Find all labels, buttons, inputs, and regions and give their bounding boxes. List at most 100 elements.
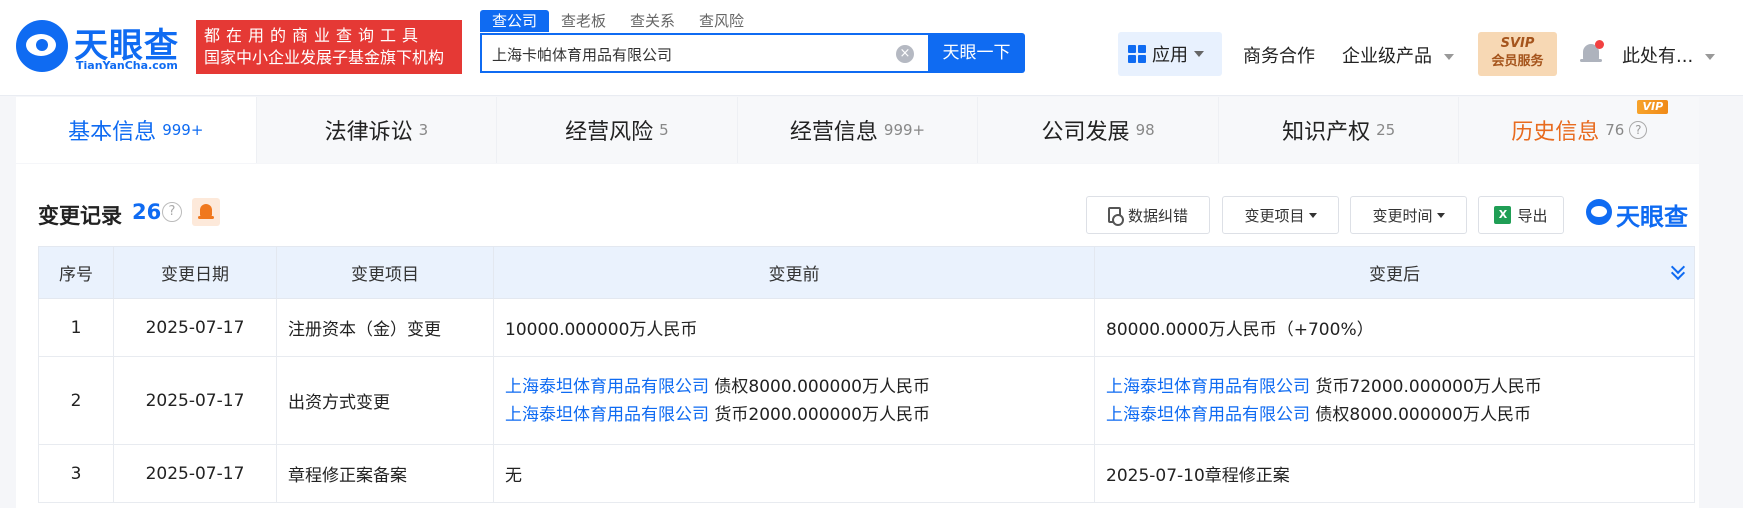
eye-logo-icon	[16, 20, 68, 72]
help-icon[interactable]: ?	[1629, 121, 1648, 139]
search-input[interactable]	[492, 43, 872, 65]
excel-icon: X	[1494, 206, 1512, 224]
tab-basic-info[interactable]: 基本信息 999+	[16, 97, 257, 163]
tab-search-boss[interactable]: 查老板	[549, 10, 618, 32]
row-item: 注册资本（金）变更	[276, 298, 494, 357]
tab-label: 基本信息	[68, 120, 157, 145]
row-after: 上海泰坦体育用品有限公司 货币72000.000000万人民币 上海泰坦体育用品…	[1094, 356, 1695, 445]
company-link[interactable]: 上海泰坦体育用品有限公司	[1106, 377, 1310, 397]
data-correction-label: 数据纠错	[1127, 206, 1188, 225]
category-tabs: 基本信息 999+ 法律诉讼 3 经营风险 5 经营信息 999+ 公司发展 9…	[16, 97, 1700, 163]
tab-count: 98	[1135, 121, 1155, 139]
apps-menu-button[interactable]: 应用	[1118, 32, 1222, 76]
svip-member-button[interactable]: SVIP 会员服务	[1478, 32, 1557, 76]
tab-business-risk[interactable]: 经营风险 5	[497, 97, 738, 163]
change-time-label: 变更时间	[1372, 206, 1433, 225]
row-date: 2025-07-17	[113, 298, 277, 357]
row-before: 10000.000000万人民币	[493, 298, 1095, 357]
tab-company-development[interactable]: 公司发展 98	[978, 97, 1219, 163]
tab-business-info[interactable]: 经营信息 999+	[737, 97, 979, 163]
tab-label: 经营信息	[789, 120, 878, 145]
tab-count: 25	[1376, 121, 1396, 139]
document-search-icon	[1107, 207, 1124, 226]
user-menu[interactable]: 此处有...	[1622, 42, 1715, 68]
row-item: 章程修正案备案	[276, 444, 494, 503]
top-header: 天眼查 TianYanCha.com 都在用的商业查询工具 国家中小企业发展子基…	[0, 0, 1743, 96]
slogan-line-2: 国家中小企业发展子基金旗下机构	[204, 48, 445, 67]
tab-label: 历史信息	[1511, 120, 1600, 145]
header-index: 序号	[38, 246, 114, 299]
tab-intellectual-property[interactable]: 知识产权 25	[1218, 97, 1460, 163]
tab-label: 公司发展	[1041, 120, 1130, 145]
change-records-section: 变更记录 26 ? 数据纠错 变更项目 变更时间 X 导出 天眼查 序号 变更日…	[16, 164, 1699, 508]
section-count: 26	[132, 200, 162, 224]
tab-count: 5	[659, 121, 669, 139]
row-before: 上海泰坦体育用品有限公司 债权8000.000000万人民币 上海泰坦体育用品有…	[493, 356, 1095, 445]
tab-count: 999+	[883, 121, 926, 139]
slogan-banner: 都在用的商业查询工具 国家中小企业发展子基金旗下机构	[196, 20, 462, 74]
export-label: 导出	[1517, 206, 1548, 225]
row-item: 出资方式变更	[276, 356, 494, 445]
company-link[interactable]: 上海泰坦体育用品有限公司	[1106, 405, 1310, 425]
tab-search-risk[interactable]: 查风险	[687, 10, 756, 32]
slogan-line-1: 都在用的商业查询工具	[204, 26, 425, 45]
company-link[interactable]: 上海泰坦体育用品有限公司	[505, 377, 709, 397]
tab-history-info[interactable]: VIP 历史信息 76 ?	[1459, 97, 1700, 163]
user-name: 此处有...	[1622, 46, 1694, 67]
caret-down-icon	[1308, 212, 1317, 218]
tab-search-relation[interactable]: 查关系	[618, 10, 687, 32]
monitor-bell-icon[interactable]	[192, 198, 220, 226]
search-button[interactable]: 天眼一下	[928, 33, 1025, 73]
header-after: 变更后	[1094, 246, 1695, 299]
search-type-tabs: 查公司 查老板 查关系 查风险	[480, 10, 756, 32]
search-box: ×	[480, 33, 928, 73]
unread-dot	[1595, 40, 1604, 49]
tab-label: 经营风险	[565, 120, 654, 145]
contribution-text: 债权8000.000000万人民币	[1315, 404, 1531, 425]
company-link[interactable]: 上海泰坦体育用品有限公司	[505, 405, 709, 425]
enterprise-products-label: 企业级产品	[1342, 46, 1432, 67]
chevron-down-icon	[1443, 54, 1454, 60]
apps-label: 应用	[1152, 45, 1188, 66]
double-chevron-down-icon[interactable]	[1670, 265, 1686, 281]
nav-business-cooperation[interactable]: 商务合作	[1243, 42, 1315, 68]
contribution-text: 货币2000.000000万人民币	[714, 404, 930, 425]
vip-badge: VIP	[1637, 100, 1669, 114]
section-title: 变更记录	[38, 204, 122, 228]
svip-subtitle: 会员服务	[1491, 54, 1544, 69]
tab-label: 知识产权	[1282, 120, 1371, 145]
watermark-text: 天眼查	[1616, 203, 1688, 231]
row-index: 3	[38, 444, 114, 503]
change-records-table: 序号 变更日期 变更项目 变更前 变更后 1 2025-07-17 注册资本（金…	[38, 246, 1695, 503]
chevron-down-icon	[1194, 51, 1204, 57]
nav-enterprise-products[interactable]: 企业级产品	[1342, 42, 1454, 68]
row-index: 2	[38, 356, 114, 445]
help-icon[interactable]: ?	[162, 202, 182, 222]
tianyancha-watermark: 天眼查	[1586, 197, 1696, 231]
change-item-filter[interactable]: 变更项目	[1222, 196, 1339, 234]
clear-icon[interactable]: ×	[896, 45, 914, 63]
table-header-row: 序号 变更日期 变更项目 变更前 变更后	[38, 246, 1695, 299]
tab-count: 999+	[162, 121, 204, 139]
table-row: 2 2025-07-17 出资方式变更 上海泰坦体育用品有限公司 债权8000.…	[38, 356, 1695, 445]
contribution-text: 货币72000.000000万人民币	[1315, 376, 1542, 397]
row-date: 2025-07-17	[113, 356, 277, 445]
table-row: 1 2025-07-17 注册资本（金）变更 10000.000000万人民币 …	[38, 298, 1695, 357]
svip-label: SVIP	[1500, 36, 1535, 51]
logo-domain: TianYanCha.com	[76, 59, 178, 72]
table-row: 3 2025-07-17 章程修正案备案 无 2025-07-10章程修正案	[38, 444, 1695, 503]
header-item: 变更项目	[276, 246, 494, 299]
tab-legal-litigation[interactable]: 法律诉讼 3	[256, 97, 498, 163]
row-after: 80000.0000万人民币（+700%）	[1094, 298, 1695, 357]
contribution-text: 债权8000.000000万人民币	[714, 376, 930, 397]
chevron-down-icon	[1704, 54, 1715, 60]
tianyancha-logo[interactable]: 天眼查 TianYanCha.com	[16, 18, 186, 74]
apps-grid-icon	[1128, 45, 1146, 63]
data-correction-button[interactable]: 数据纠错	[1086, 196, 1210, 234]
export-button[interactable]: X 导出	[1478, 196, 1564, 234]
change-time-filter[interactable]: 变更时间	[1350, 196, 1467, 234]
tab-search-company[interactable]: 查公司	[480, 10, 550, 32]
header-after-label: 变更后	[1369, 265, 1420, 285]
notification-bell-icon[interactable]	[1580, 40, 1604, 66]
caret-down-icon	[1436, 212, 1445, 218]
